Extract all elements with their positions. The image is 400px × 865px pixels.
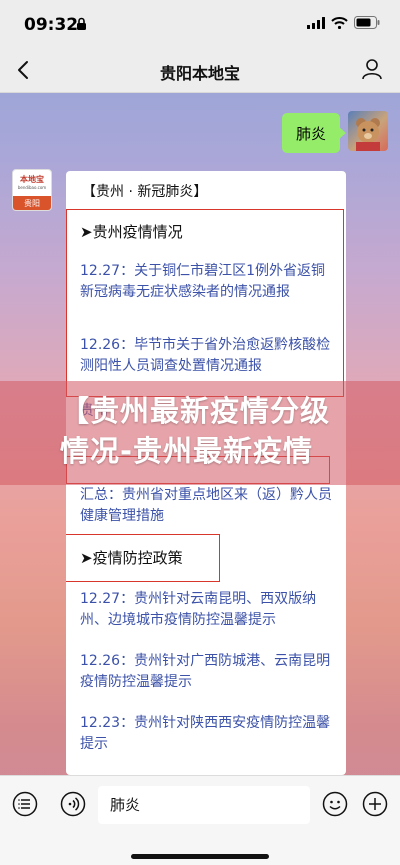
message-input[interactable]: 肺炎 bbox=[98, 786, 310, 824]
user-avatar[interactable] bbox=[348, 111, 388, 151]
overlay-title: 【贵州最新疫情分级 情况-贵州最新疫情 bbox=[60, 391, 360, 471]
profile-icon[interactable] bbox=[360, 57, 384, 81]
section-title-epidemic: ➤贵州疫情情况 bbox=[80, 223, 183, 241]
card-header: 【贵州 · 新冠肺炎】 bbox=[82, 184, 208, 200]
plus-icon[interactable] bbox=[362, 791, 388, 817]
input-bar: 肺炎 bbox=[0, 775, 400, 865]
overlay-line-2: 情况-贵州最新疫情 bbox=[60, 434, 314, 468]
user-message-bubble[interactable]: 肺炎 bbox=[281, 113, 347, 153]
bot-avatar-city: 贵阳 bbox=[13, 196, 51, 210]
emoji-icon[interactable] bbox=[322, 791, 348, 817]
bear-avatar-icon bbox=[356, 118, 380, 151]
user-message-text: 肺炎 bbox=[295, 124, 326, 143]
wifi-icon bbox=[331, 16, 348, 29]
section-title-policy: ➤疫情防控政策 bbox=[80, 549, 183, 567]
signal-icon bbox=[307, 16, 325, 29]
status-time: 09:32 bbox=[24, 15, 79, 35]
news-link[interactable]: 12.26：贵州针对广西防城港、云南昆明疫情防控温馨提示 bbox=[80, 651, 336, 693]
home-indicator bbox=[131, 854, 269, 859]
news-link[interactable]: 12.26：毕节市关于省外治愈返黔核酸检测阳性人员调查处置情况通报 bbox=[80, 335, 336, 377]
battery-icon bbox=[354, 16, 380, 29]
voice-icon[interactable] bbox=[60, 791, 86, 817]
news-link[interactable]: 12.27：贵州针对云南昆明、西双版纳州、边境城市疫情防控温馨提示 bbox=[80, 589, 336, 631]
bot-avatar[interactable]: 本地宝 bendibao.com 贵阳 bbox=[12, 169, 52, 211]
menu-list-icon[interactable] bbox=[12, 791, 38, 817]
status-bar: 09:32 bbox=[0, 0, 400, 48]
lock-icon bbox=[77, 17, 86, 30]
news-link[interactable]: 汇总：贵州省对重点地区来（返）黔人员健康管理措施 bbox=[80, 485, 336, 527]
bot-avatar-url: bendibao.com bbox=[17, 185, 47, 190]
page-title: 贵阳本地宝 bbox=[159, 64, 240, 83]
bot-avatar-brand: 本地宝 bbox=[20, 175, 44, 184]
news-link[interactable]: 12.23：贵州针对陕西西安疫情防控温馨提示 bbox=[80, 713, 336, 755]
news-link[interactable]: 12.27：关于铜仁市碧江区1例外省返铜新冠病毒无症状感染者的情况通报 bbox=[80, 261, 336, 303]
overlay-line-1: 【贵州最新疫情分级 bbox=[60, 394, 331, 428]
nav-bar: 贵阳本地宝 bbox=[0, 48, 400, 93]
